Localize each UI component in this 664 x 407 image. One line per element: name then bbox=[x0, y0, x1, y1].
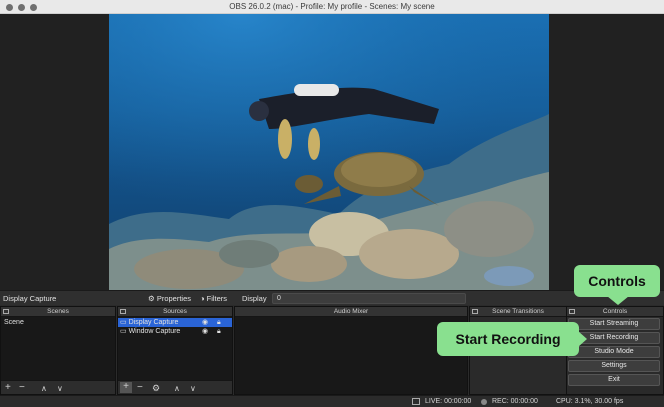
sources-dock: Sources ▭ Display Capture ◉ 🔒︎ ▭ Window … bbox=[117, 306, 233, 395]
sources-toolbar: + − ⚙ ∧ ∨ bbox=[118, 380, 232, 394]
status-bar: LIVE: 00:00:00 REC: 00:00:00 CPU: 3.1%, … bbox=[0, 395, 664, 407]
source-item-window-capture[interactable]: ▭ Window Capture ◉ 🔒︎ bbox=[118, 327, 232, 336]
live-status: LIVE: 00:00:00 bbox=[425, 398, 472, 405]
dock-float-icon[interactable] bbox=[569, 309, 575, 314]
window-icon: ▭ bbox=[120, 328, 127, 335]
scenes-dock-header: Scenes bbox=[1, 307, 115, 317]
dock-float-icon[interactable] bbox=[3, 309, 9, 314]
source-label: Window Capture bbox=[128, 328, 181, 335]
visibility-eye-icon[interactable]: ◉ bbox=[202, 327, 208, 336]
controls-callout-pointer bbox=[607, 296, 629, 305]
scene-item[interactable]: Scene bbox=[1, 318, 115, 327]
scenes-dock: Scenes Scene + − ∧ ∨ bbox=[0, 306, 116, 395]
move-source-down-button[interactable]: ∨ bbox=[190, 384, 196, 394]
window-title: OBS 26.0.2 (mac) - Profile: My profile -… bbox=[229, 2, 435, 11]
scenes-dock-title: Scenes bbox=[47, 308, 69, 315]
studio-mode-button[interactable]: Studio Mode bbox=[568, 346, 660, 358]
dock-float-icon[interactable] bbox=[472, 309, 478, 314]
preview-canvas[interactable] bbox=[109, 14, 549, 290]
audio-mixer-title: Audio Mixer bbox=[333, 308, 369, 315]
window-titlebar: OBS 26.0.2 (mac) - Profile: My profile -… bbox=[0, 0, 664, 14]
move-source-up-button[interactable]: ∧ bbox=[174, 384, 180, 394]
display-select[interactable]: 0 bbox=[272, 293, 466, 304]
scene-transitions-title: Scene Transitions bbox=[492, 308, 544, 315]
controls-header: Controls bbox=[567, 307, 663, 317]
selected-source-name: Display Capture bbox=[3, 294, 57, 303]
add-scene-button[interactable]: + bbox=[5, 383, 11, 393]
start-streaming-button[interactable]: Start Streaming bbox=[568, 318, 660, 330]
lock-icon[interactable]: 🔒︎ bbox=[217, 318, 221, 327]
network-icon bbox=[412, 398, 420, 405]
underwater-scene-image bbox=[109, 14, 549, 290]
remove-scene-button[interactable]: − bbox=[19, 383, 25, 393]
dock-float-icon[interactable] bbox=[120, 309, 126, 314]
record-indicator-icon bbox=[481, 399, 487, 405]
source-properties-gear-icon[interactable]: ⚙ bbox=[152, 383, 160, 393]
controls-title: Controls bbox=[602, 308, 628, 315]
rec-status: REC: 00:00:00 bbox=[492, 398, 538, 405]
remove-source-button[interactable]: − bbox=[137, 383, 143, 393]
scenes-list: Scene bbox=[1, 317, 115, 380]
lock-icon[interactable]: 🔒︎ bbox=[217, 327, 221, 336]
move-scene-up-button[interactable]: ∧ bbox=[41, 384, 47, 394]
monitor-icon: ▭ bbox=[120, 319, 127, 326]
filter-icon: ◑ bbox=[200, 294, 205, 303]
filters-button[interactable]: ◑ Filters bbox=[200, 294, 227, 303]
start-recording-callout-pointer bbox=[578, 331, 587, 347]
audio-mixer-header: Audio Mixer bbox=[235, 307, 467, 317]
source-item-display-capture[interactable]: ▭ Display Capture ◉ 🔒︎ bbox=[118, 318, 232, 327]
scenes-toolbar: + − ∧ ∨ bbox=[1, 380, 115, 394]
scene-transitions-header: Scene Transitions bbox=[470, 307, 566, 317]
add-source-button[interactable]: + bbox=[120, 382, 132, 393]
exit-button[interactable]: Exit bbox=[568, 374, 660, 386]
audio-mixer-dock: Audio Mixer bbox=[234, 306, 468, 395]
start-recording-callout: Start Recording bbox=[437, 322, 579, 356]
context-bar: Display Capture ⚙ Properties ◑ Filters D… bbox=[0, 290, 664, 305]
source-label: Display Capture bbox=[128, 319, 179, 326]
audio-mixer-body bbox=[235, 317, 467, 394]
sources-dock-header: Sources bbox=[118, 307, 232, 317]
sources-dock-title: Sources bbox=[163, 308, 187, 315]
move-scene-down-button[interactable]: ∨ bbox=[57, 384, 63, 394]
gear-icon: ⚙ bbox=[148, 294, 155, 303]
visibility-eye-icon[interactable]: ◉ bbox=[202, 318, 208, 327]
settings-button[interactable]: Settings bbox=[568, 360, 660, 372]
controls-callout: Controls bbox=[574, 265, 660, 297]
cpu-status: CPU: 3.1%, 30.00 fps bbox=[556, 398, 624, 405]
display-select-value: 0 bbox=[277, 295, 281, 302]
properties-button[interactable]: ⚙ Properties bbox=[148, 294, 191, 303]
filters-label: Filters bbox=[206, 294, 228, 303]
sources-list: ▭ Display Capture ◉ 🔒︎ ▭ Window Capture … bbox=[118, 317, 232, 380]
display-label: Display bbox=[242, 294, 267, 303]
properties-label: Properties bbox=[156, 294, 192, 303]
